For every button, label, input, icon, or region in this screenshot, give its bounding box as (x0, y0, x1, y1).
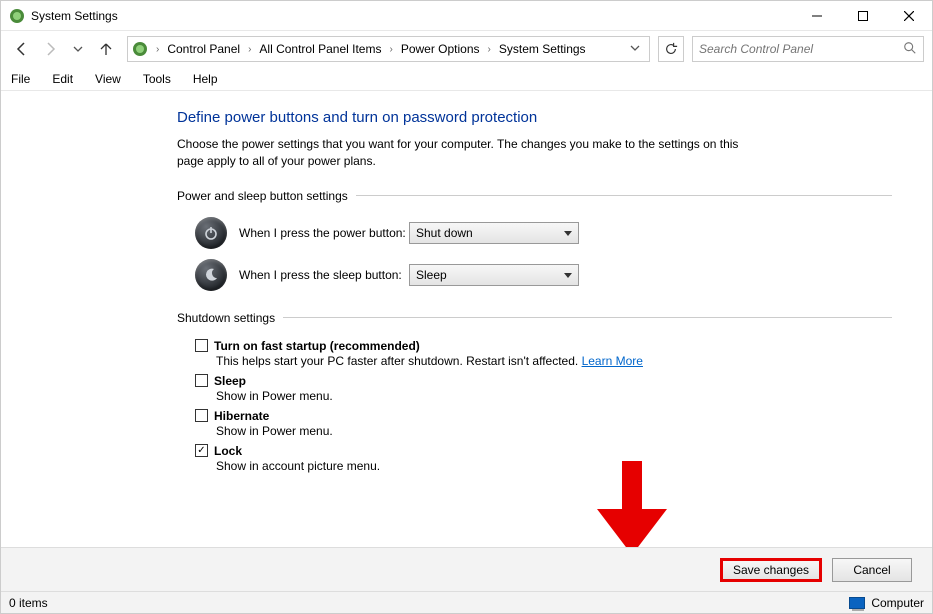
app-icon (9, 8, 25, 24)
minimize-button[interactable] (794, 1, 840, 31)
page-description: Choose the power settings that you want … (177, 136, 767, 171)
hibernate-desc: Show in Power menu. (195, 424, 892, 438)
search-icon (903, 41, 917, 58)
learn-more-link[interactable]: Learn More (582, 354, 643, 368)
sleep-title: Sleep (214, 374, 246, 388)
sleep-button-row: When I press the sleep button: Sleep (177, 259, 892, 291)
control-panel-icon (132, 41, 148, 57)
sleep-desc: Show in Power menu. (195, 389, 892, 403)
menu-file[interactable]: File (7, 70, 34, 88)
breadcrumb[interactable]: › Control Panel › All Control Panel Item… (127, 36, 650, 62)
breadcrumb-item[interactable]: Power Options (397, 40, 484, 58)
title-bar: System Settings (1, 1, 932, 31)
window-controls (794, 1, 932, 31)
refresh-button[interactable] (658, 36, 684, 62)
window-title: System Settings (31, 9, 794, 23)
sleep-checkbox[interactable] (195, 374, 208, 387)
combo-value: Shut down (416, 226, 473, 240)
power-button-label: When I press the power button: (239, 226, 409, 240)
power-button-combo[interactable]: Shut down (409, 222, 579, 244)
recent-dropdown[interactable] (65, 36, 91, 62)
fast-startup-option: Turn on fast startup (recommended) This … (177, 339, 892, 368)
power-icon (195, 217, 227, 249)
menu-help[interactable]: Help (189, 70, 222, 88)
breadcrumb-item[interactable]: Control Panel (163, 40, 244, 58)
fast-startup-desc: This helps start your PC faster after sh… (195, 354, 892, 368)
search-input[interactable] (699, 42, 903, 56)
sleep-button-combo[interactable]: Sleep (409, 264, 579, 286)
breadcrumb-dropdown[interactable] (625, 42, 645, 56)
menu-tools[interactable]: Tools (139, 70, 175, 88)
hibernate-option: Hibernate Show in Power menu. (177, 409, 892, 438)
sleep-button-label: When I press the sleep button: (239, 268, 409, 282)
breadcrumb-item[interactable]: System Settings (495, 40, 590, 58)
maximize-button[interactable] (840, 1, 886, 31)
chevron-right-icon: › (484, 44, 495, 55)
lock-checkbox[interactable]: ✓ (195, 444, 208, 457)
content-area: Define power buttons and turn on passwor… (1, 91, 932, 547)
hibernate-title: Hibernate (214, 409, 269, 423)
lock-desc: Show in account picture menu. (195, 459, 892, 473)
search-box[interactable] (692, 36, 924, 62)
page-heading: Define power buttons and turn on passwor… (177, 109, 892, 126)
nav-bar: › Control Panel › All Control Panel Item… (1, 31, 932, 67)
chevron-right-icon: › (152, 44, 163, 55)
menu-edit[interactable]: Edit (48, 70, 77, 88)
section-label-text: Power and sleep button settings (177, 189, 348, 203)
divider (356, 195, 892, 196)
button-bar: Save changes Cancel (1, 547, 932, 591)
chevron-right-icon: › (385, 44, 396, 55)
up-button[interactable] (93, 36, 119, 62)
computer-icon (849, 597, 865, 609)
cancel-button[interactable]: Cancel (832, 558, 912, 582)
divider (283, 317, 892, 318)
power-button-row: When I press the power button: Shut down (177, 217, 892, 249)
chevron-right-icon: › (244, 44, 255, 55)
status-bar: 0 items Computer (1, 591, 932, 613)
save-changes-button[interactable]: Save changes (720, 558, 822, 582)
combo-value: Sleep (416, 268, 447, 282)
back-button[interactable] (9, 36, 35, 62)
fast-startup-title: Turn on fast startup (recommended) (214, 339, 420, 353)
section-shutdown: Shutdown settings (177, 311, 892, 325)
hibernate-checkbox[interactable] (195, 409, 208, 422)
status-location: Computer (871, 596, 924, 610)
sleep-icon (195, 259, 227, 291)
lock-option: ✓ Lock Show in account picture menu. (177, 444, 892, 473)
sleep-option: Sleep Show in Power menu. (177, 374, 892, 403)
menu-bar: File Edit View Tools Help (1, 67, 932, 91)
section-label-text: Shutdown settings (177, 311, 275, 325)
section-power-sleep: Power and sleep button settings (177, 189, 892, 203)
close-button[interactable] (886, 1, 932, 31)
breadcrumb-item[interactable]: All Control Panel Items (255, 40, 385, 58)
fast-startup-checkbox[interactable] (195, 339, 208, 352)
lock-title: Lock (214, 444, 242, 458)
status-items-count: 0 items (9, 596, 48, 610)
menu-view[interactable]: View (91, 70, 125, 88)
forward-button[interactable] (37, 36, 63, 62)
